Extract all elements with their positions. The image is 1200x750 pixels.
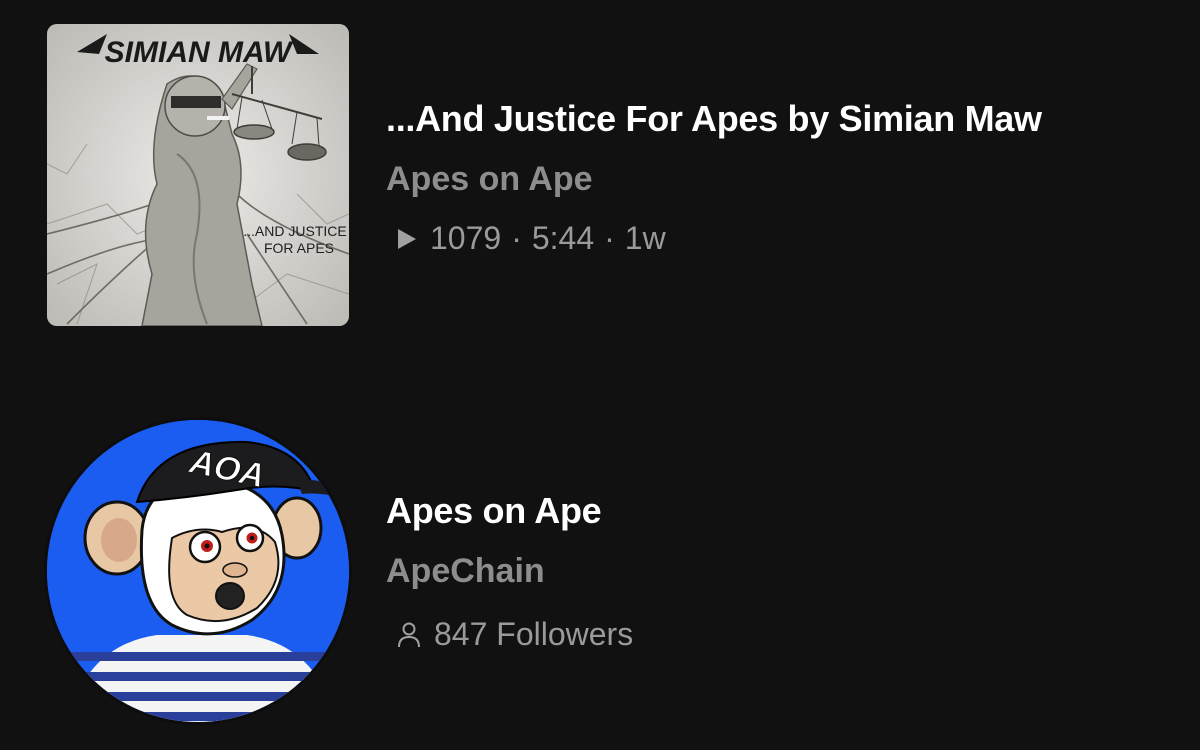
meta-separator: ·	[511, 220, 522, 256]
play-count: 1079	[430, 220, 502, 256]
track-duration: 5:44	[531, 220, 595, 256]
album-artwork[interactable]: SIMIAN MAW ...AND JUSTICE FOR APES	[47, 24, 349, 326]
ape-avatar-image: AOA	[47, 420, 349, 722]
follower-count: 847 Followers	[434, 616, 634, 652]
album-caption-line2: FOR APES	[264, 240, 334, 256]
channel-name[interactable]: Apes on Ape	[386, 490, 602, 532]
channel-avatar[interactable]: AOA	[47, 420, 349, 722]
track-meta: 1079 · 5:44 · 1w	[396, 220, 666, 257]
channel-network[interactable]: ApeChain	[386, 552, 545, 591]
track-row[interactable]: SIMIAN MAW ...AND JUSTICE FOR APES ...An…	[0, 24, 1200, 328]
meta-separator: ·	[604, 220, 615, 256]
channel-row[interactable]: AOA Apes on Ape ApeChain 847 Followers	[0, 420, 1200, 722]
track-age: 1w	[624, 220, 666, 256]
band-logo-text: SIMIAN MAW	[105, 36, 294, 69]
channel-followers: 847 Followers	[396, 616, 633, 653]
track-title[interactable]: ...And Justice For Apes by Simian Maw	[386, 98, 1042, 140]
album-art-image: SIMIAN MAW ...AND JUSTICE FOR APES	[47, 24, 349, 326]
band-logo: SIMIAN MAW	[77, 34, 319, 69]
album-caption-line1: ...AND JUSTICE	[243, 223, 346, 239]
user-icon	[398, 622, 420, 647]
track-channel-name[interactable]: Apes on Ape	[386, 160, 593, 199]
play-icon	[398, 228, 416, 249]
